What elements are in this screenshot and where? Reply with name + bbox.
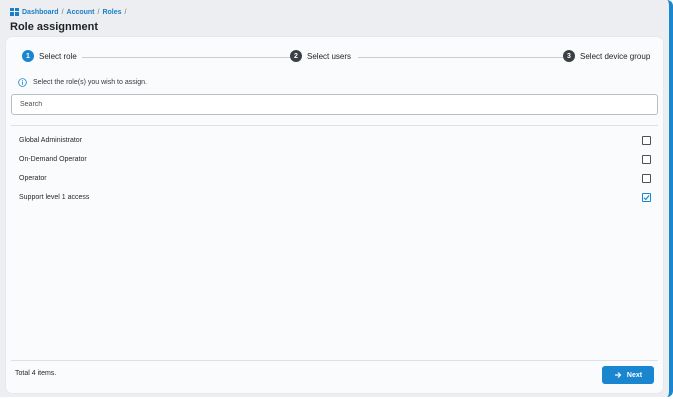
list-item[interactable]: Support level 1 access [11,188,658,207]
step-select-users[interactable]: 2 Select users [290,50,356,62]
wizard-card: 1 Select role 2 Select users 3 Select de… [6,37,663,393]
role-checkbox[interactable] [642,136,651,145]
next-button-label: Next [626,371,643,379]
dashboard-icon [10,8,19,16]
info-message: Select the role(s) you wish to assign. [18,78,147,87]
role-list: Global Administrator On-Demand Operator … [11,131,658,207]
role-label: Global Administrator [19,137,83,144]
list-item[interactable]: On-Demand Operator [11,150,658,169]
list-item[interactable]: Global Administrator [11,131,658,150]
info-text: Select the role(s) you wish to assign. [33,79,147,86]
step-select-device-group[interactable]: 3 Select device group [563,50,655,62]
role-label: Operator [19,175,47,182]
search-input[interactable] [11,94,658,115]
breadcrumb-dashboard[interactable]: Dashboard [22,9,59,16]
breadcrumb-account[interactable]: Account [67,9,95,16]
arrow-right-icon [614,372,622,378]
role-label: Support level 1 access [19,194,90,201]
step-connector [82,57,292,58]
window-frame: Dashboard / Account / Roles / Role assig… [0,0,673,397]
list-divider-bottom [11,360,658,361]
page-title: Role assignment [10,21,99,33]
breadcrumb-separator: / [61,8,64,16]
step-number-badge: 1 [22,50,34,62]
list-divider-top [11,125,658,126]
breadcrumb: Dashboard / Account / Roles / [10,7,659,17]
step-select-role[interactable]: 1 Select role [22,50,81,62]
checkmark-icon [643,195,650,201]
step-connector [358,57,568,58]
role-label: On-Demand Operator [19,156,87,163]
page-header: Dashboard / Account / Roles / Role assig… [10,7,659,37]
step-label: Select role [39,51,77,61]
step-number-badge: 3 [563,50,575,62]
step-label: Select device group [580,51,651,61]
total-items-text: Total 4 items. [15,370,57,377]
next-button[interactable]: Next [602,366,654,384]
step-label: Select users [307,51,352,61]
role-checkbox[interactable] [642,155,651,164]
role-checkbox[interactable] [642,174,651,183]
role-checkbox[interactable] [642,193,651,202]
breadcrumb-roles[interactable]: Roles [102,9,121,16]
info-icon [18,78,27,87]
step-number-badge: 2 [290,50,302,62]
wizard-stepper: 1 Select role 2 Select users 3 Select de… [22,50,655,64]
list-item[interactable]: Operator [11,169,658,188]
breadcrumb-separator: / [124,8,127,16]
breadcrumb-separator: / [97,8,100,16]
